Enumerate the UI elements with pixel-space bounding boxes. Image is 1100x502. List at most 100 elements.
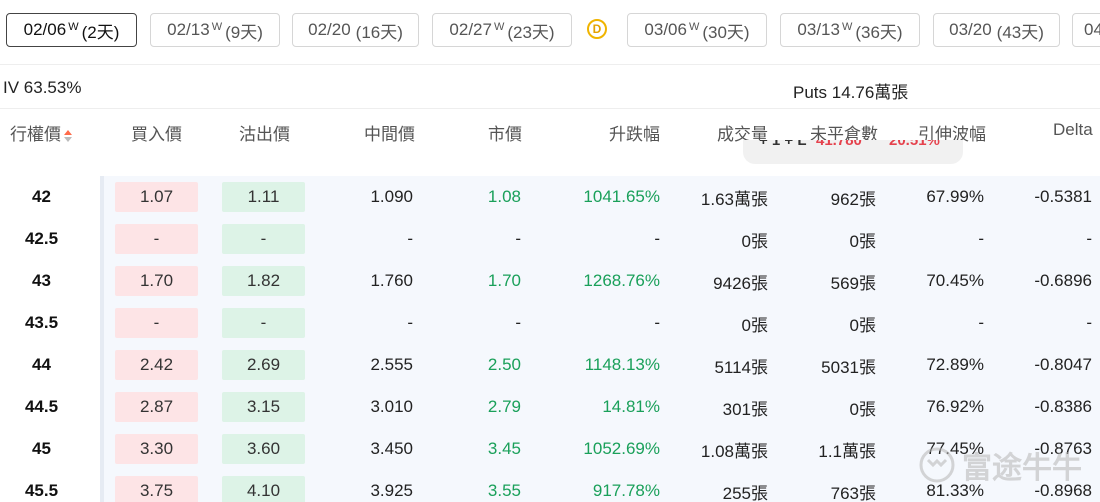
- mid-cell: 1.090: [370, 187, 413, 206]
- divider: [0, 64, 1100, 65]
- table-row[interactable]: 42 1.07 1.11 1.090 1.08 1041.65% 1.63萬張 …: [0, 176, 1100, 218]
- delta-cell: -0.8047: [1034, 355, 1092, 374]
- volume-cell: 5114張: [714, 357, 768, 377]
- bid-cell[interactable]: 2.87: [115, 392, 198, 422]
- iv-cell: -: [978, 229, 984, 248]
- change-cell: 1052.69%: [583, 439, 660, 458]
- price-tooltip: + 1 + L 41.780 20.51%: [743, 140, 963, 164]
- market-cell: 3.45: [487, 439, 521, 458]
- expiry-date: 02/06: [23, 20, 67, 39]
- ask-cell[interactable]: 3.60: [222, 434, 305, 464]
- ask-cell[interactable]: -: [222, 308, 305, 338]
- open-interest-cell: 0張: [849, 231, 876, 251]
- bid-cell[interactable]: 2.42: [115, 350, 198, 380]
- weekly-marker: W: [68, 21, 79, 33]
- expiry-date: 02/27: [449, 20, 492, 39]
- divider: [0, 108, 1100, 109]
- mid-cell: 2.555: [370, 355, 413, 374]
- expiry-date: 03/13: [797, 20, 840, 39]
- bid-cell[interactable]: -: [115, 224, 198, 254]
- bid-cell[interactable]: 1.07: [115, 182, 198, 212]
- header-bid: 買入價: [131, 125, 182, 144]
- expiry-tab-0320[interactable]: 03/20 (43天): [933, 13, 1060, 47]
- weekly-marker: W: [211, 21, 223, 33]
- ask-cell[interactable]: -: [222, 224, 305, 254]
- expiry-tab-04[interactable]: 04: [1072, 13, 1100, 47]
- expiry-tab-0206[interactable]: 02/06 W (2天): [6, 13, 137, 47]
- expiry-tab-0227[interactable]: 02/27 W (23天): [432, 13, 572, 47]
- mid-cell: -: [407, 229, 413, 248]
- open-interest-cell: 962張: [830, 189, 876, 209]
- volume-cell: 0張: [741, 231, 768, 251]
- volume-cell: 255張: [722, 483, 768, 502]
- change-cell: 1041.65%: [583, 187, 660, 206]
- bid-cell[interactable]: 3.75: [115, 476, 198, 502]
- expiry-days: (30天): [702, 22, 750, 42]
- table-row[interactable]: 42.5 - - - - - 0張 0張 - -: [0, 218, 1100, 260]
- strike-cell: 44: [32, 355, 51, 374]
- expiry-date: 02/20: [308, 20, 351, 39]
- mid-cell: 3.450: [370, 439, 413, 458]
- open-interest-cell: 1.1萬張: [818, 441, 876, 461]
- sort-icon[interactable]: [64, 129, 72, 143]
- volume-cell: 301張: [722, 399, 768, 419]
- ask-cell[interactable]: 2.69: [222, 350, 305, 380]
- open-interest-cell: 763張: [830, 483, 876, 502]
- change-cell: 14.81%: [602, 397, 660, 416]
- tooltip-label: + 1 + L: [759, 140, 807, 149]
- bid-cell[interactable]: -: [115, 308, 198, 338]
- header-delta: Delta: [1053, 120, 1093, 139]
- change-cell: 1148.13%: [584, 355, 660, 374]
- expiry-days: (9天): [225, 22, 263, 42]
- strike-cell: 43: [32, 271, 51, 290]
- strike-cell: 42.5: [24, 229, 59, 248]
- expiry-tab-0213[interactable]: 02/13 W (9天): [150, 13, 280, 47]
- market-cell: 3.55: [487, 481, 521, 500]
- watermark-text: 富途牛牛: [962, 452, 1082, 485]
- iv-cell: 70.45%: [926, 271, 984, 290]
- expiry-tab-bar: 02/06 W (2天) 02/13 W (9天) 02/20 (16天) 02/27 W(…: [0, 0, 1100, 64]
- ask-cell[interactable]: 1.82: [222, 266, 305, 296]
- expiry-days: (16天): [355, 22, 403, 42]
- expiry-tab-0313[interactable]: 03/13 W (36天): [780, 13, 920, 47]
- expiry-tab-0306[interactable]: 03/06 W (30天): [627, 13, 767, 47]
- open-interest-cell: 5031張: [821, 357, 876, 377]
- change-cell: 1268.76%: [583, 271, 660, 290]
- strike-cell: 45: [32, 439, 51, 458]
- change-cell: -: [654, 229, 660, 248]
- ask-cell[interactable]: 4.10: [222, 476, 305, 502]
- change-cell: 917.78%: [592, 481, 660, 500]
- change-cell: -: [654, 313, 660, 332]
- watermark: 富途牛牛: [918, 440, 1082, 490]
- strike-cell: 44.5: [24, 397, 59, 416]
- strike-cell: 42: [32, 187, 51, 206]
- iv-cell: 67.99%: [926, 187, 984, 206]
- open-interest-cell: 569張: [830, 273, 876, 293]
- mid-cell: 3.925: [370, 481, 413, 500]
- mid-cell: 3.010: [370, 397, 413, 416]
- header-change: 升跌幅: [609, 125, 660, 144]
- bid-cell[interactable]: 1.70: [115, 266, 198, 296]
- bull-logo-icon: [919, 447, 955, 483]
- table-row[interactable]: 44 2.42 2.69 2.555 2.50 1148.13% 5114張 5…: [0, 344, 1100, 386]
- table-row[interactable]: 44.5 2.87 3.15 3.010 2.79 14.81% 301張 0張…: [0, 386, 1100, 428]
- market-cell: 2.79: [487, 397, 521, 416]
- mid-cell: -: [407, 313, 413, 332]
- header-market: 市價: [488, 125, 522, 144]
- delta-cell: -: [1086, 229, 1092, 248]
- header-strike[interactable]: 行權價: [10, 120, 72, 145]
- iv-summary: IV 63.53%: [3, 78, 82, 97]
- header-strike-label: 行權價: [10, 125, 61, 144]
- table-row[interactable]: 43 1.70 1.82 1.760 1.70 1268.76% 9426張 5…: [0, 260, 1100, 302]
- delta-cell: -: [1086, 313, 1092, 332]
- expiry-tab-0220[interactable]: 02/20 (16天): [292, 13, 419, 47]
- iv-cell: -: [978, 313, 984, 332]
- ask-cell[interactable]: 3.15: [222, 392, 305, 422]
- market-cell: 2.50: [487, 355, 521, 374]
- ask-cell[interactable]: 1.11: [222, 182, 305, 212]
- expiry-date: 03/20: [949, 20, 992, 39]
- table-row[interactable]: 43.5 - - - - - 0張 0張 - -: [0, 302, 1100, 344]
- bid-cell[interactable]: 3.30: [115, 434, 198, 464]
- strike-cell: 45.5: [24, 481, 59, 500]
- expiry-days: (2天): [81, 22, 120, 42]
